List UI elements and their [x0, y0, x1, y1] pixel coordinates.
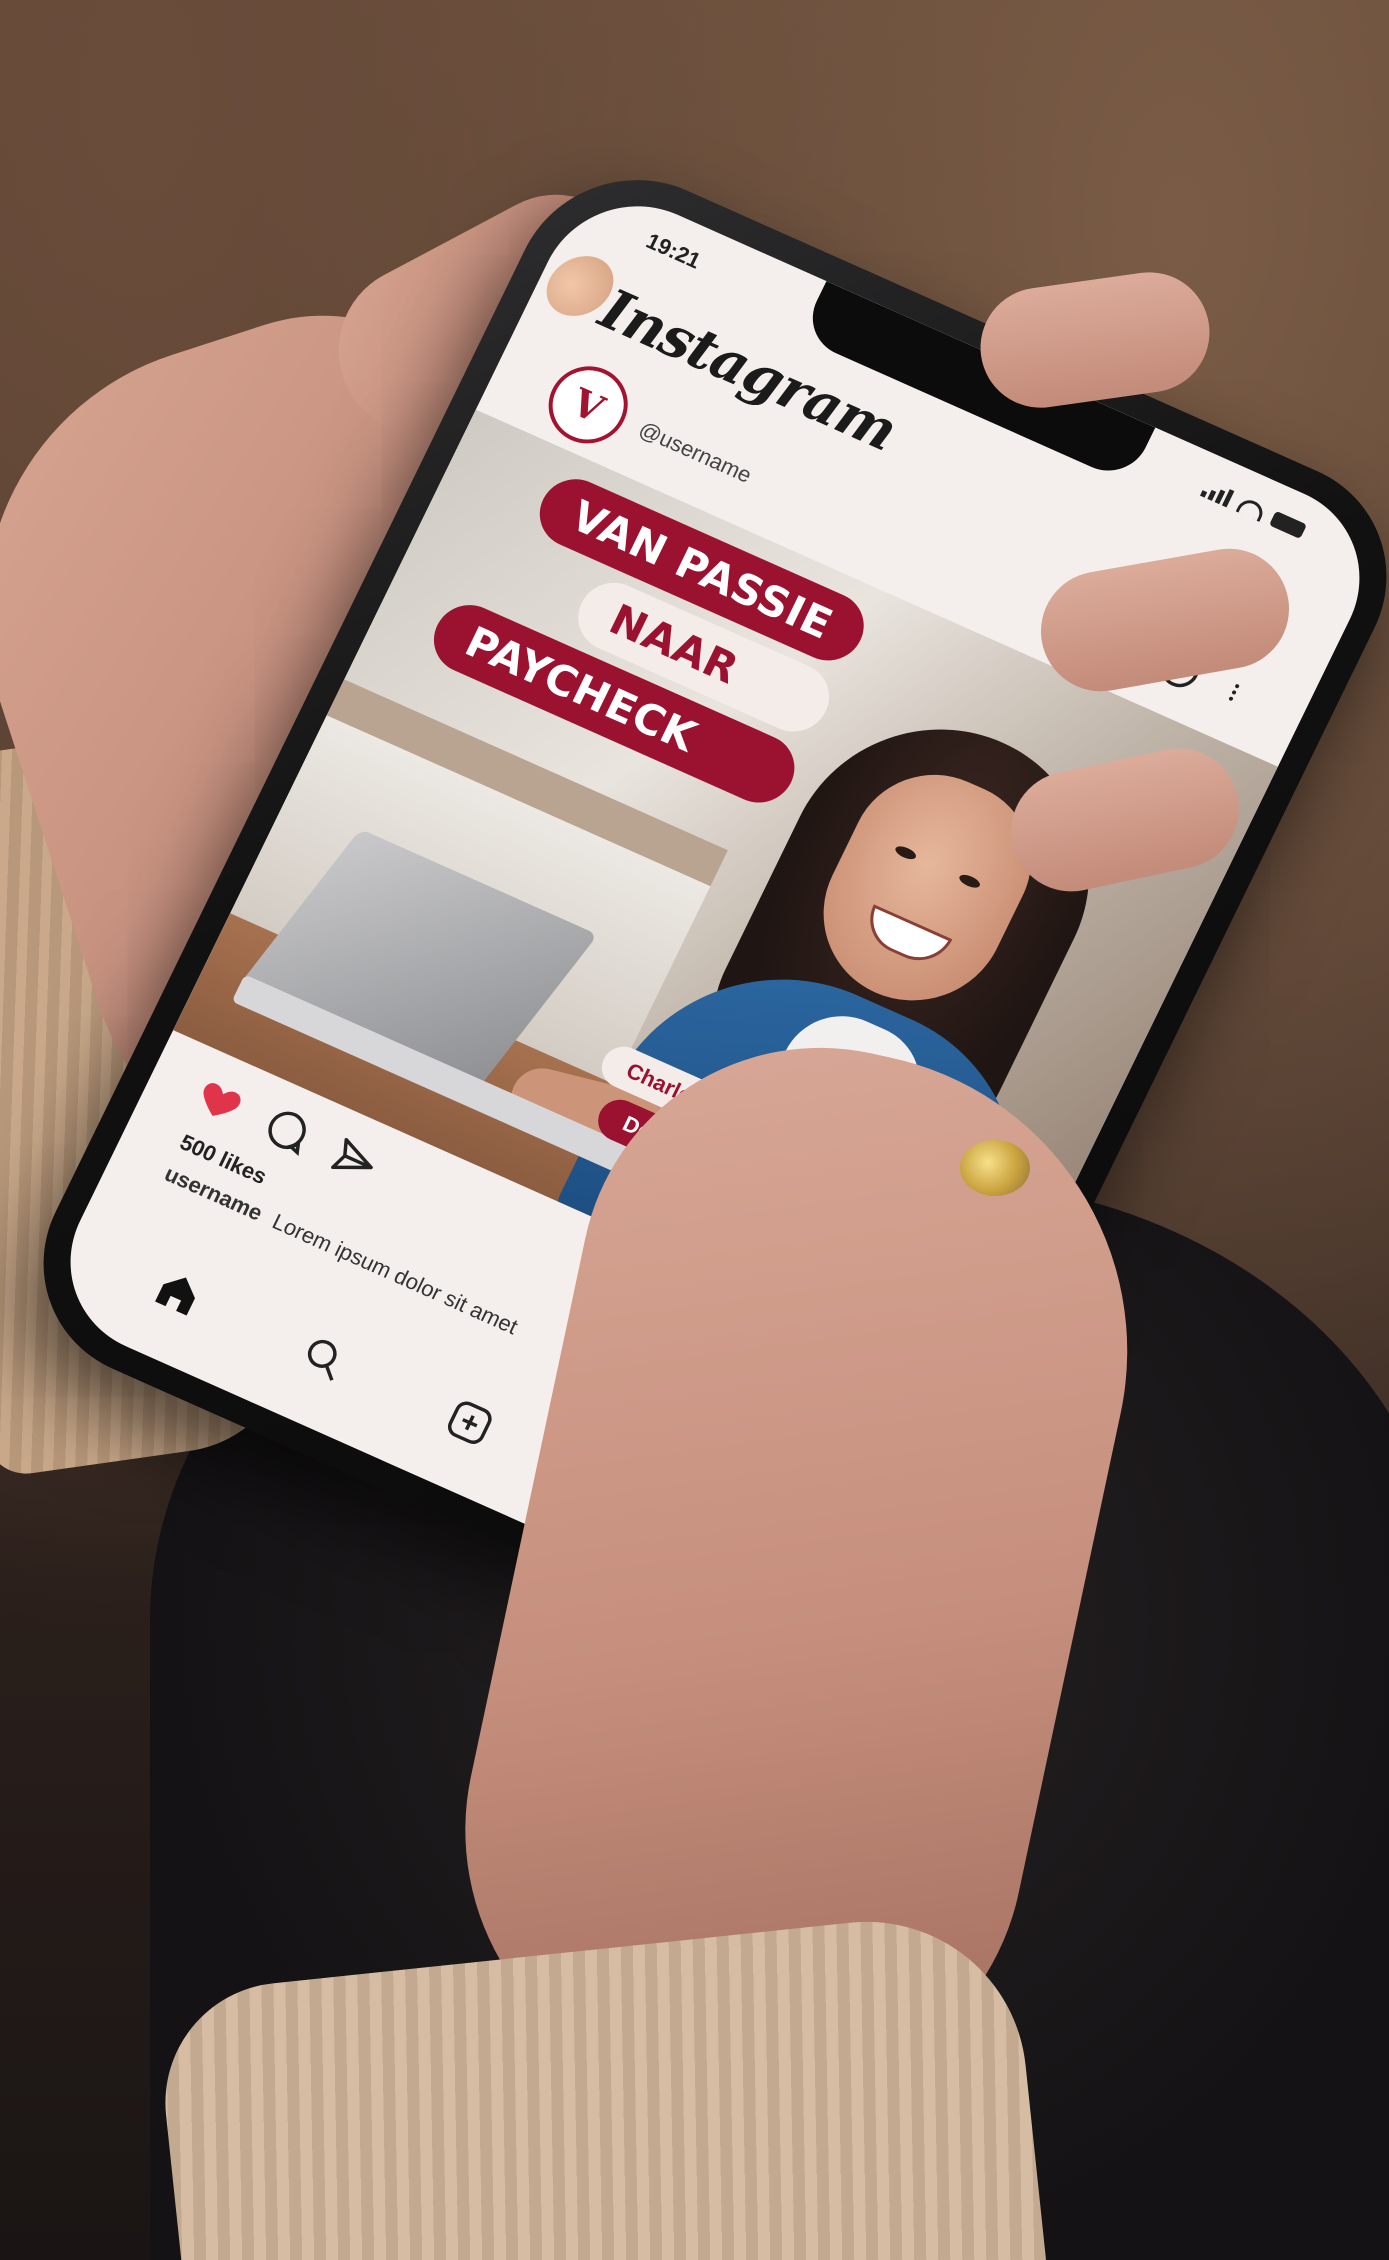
gold-fingernail — [960, 1140, 1030, 1196]
heart-filled-icon[interactable] — [189, 1070, 251, 1130]
photo-scene: 19:21 Instagram V @username VAN PASSIE N… — [0, 0, 1389, 2260]
post-username[interactable]: @username — [635, 416, 756, 488]
add-post-icon[interactable] — [439, 1393, 501, 1453]
status-icons — [1199, 479, 1308, 540]
comment-icon[interactable] — [257, 1100, 319, 1160]
wifi-icon — [1235, 495, 1268, 522]
search-icon[interactable] — [293, 1328, 355, 1388]
battery-icon — [1268, 510, 1308, 540]
signal-icon — [1199, 479, 1235, 508]
right-finger-3 — [972, 264, 1218, 416]
more-icon[interactable] — [1213, 667, 1255, 718]
avatar[interactable]: V — [535, 353, 641, 456]
home-icon[interactable] — [147, 1263, 209, 1323]
status-time: 19:21 — [642, 228, 705, 274]
share-icon[interactable] — [324, 1130, 386, 1190]
